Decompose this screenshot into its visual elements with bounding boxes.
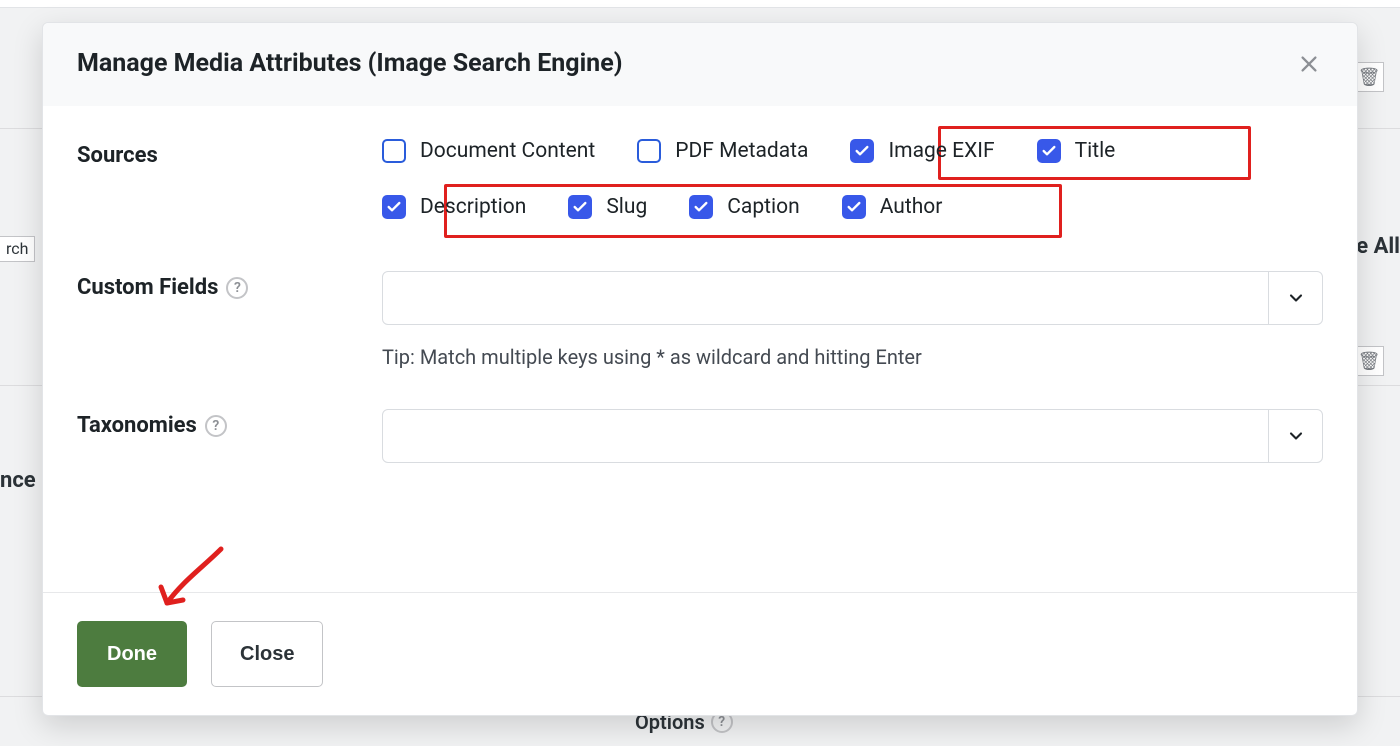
checkbox-document-content[interactable]: Document Content (382, 139, 595, 163)
checkbox-author[interactable]: Author (842, 195, 943, 219)
trash-icon: 🗑 (1354, 346, 1384, 376)
checkbox-icon (382, 139, 406, 163)
checkbox-label: PDF Metadata (675, 139, 808, 163)
close-icon[interactable] (1295, 50, 1323, 78)
modal-title: Manage Media Attributes (Image Search En… (77, 49, 622, 78)
bg-top-bar (0, 0, 1400, 8)
sources-label: Sources (77, 139, 382, 168)
checkbox-icon (842, 195, 866, 219)
trash-icon: 🗑 (1354, 62, 1384, 92)
checkbox-icon (382, 195, 406, 219)
checkbox-icon (1037, 139, 1061, 163)
bg-right-fragment: e All (1356, 234, 1400, 259)
checkbox-caption[interactable]: Caption (689, 195, 799, 219)
custom-fields-select[interactable] (382, 271, 1323, 325)
help-icon[interactable]: ? (226, 277, 248, 299)
manage-media-attributes-modal: Manage Media Attributes (Image Search En… (42, 22, 1358, 716)
modal-footer: Done Close (43, 592, 1357, 715)
bg-search-fragment: rch (0, 236, 35, 262)
modal-body: Sources Document Content PDF Metadata (43, 107, 1357, 592)
checkbox-icon (850, 139, 874, 163)
checkbox-label: Slug (606, 195, 647, 219)
custom-fields-tip: Tip: Match multiple keys using * as wild… (382, 345, 1323, 369)
done-button[interactable]: Done (77, 621, 187, 687)
checkbox-image-exif[interactable]: Image EXIF (850, 139, 994, 163)
checkbox-icon (568, 195, 592, 219)
checkbox-label: Author (880, 195, 943, 219)
checkbox-label: Caption (727, 195, 799, 219)
checkbox-label: Image EXIF (888, 139, 994, 163)
bg-left-fragment: nce (0, 468, 36, 493)
checkbox-icon (637, 139, 661, 163)
taxonomies-select[interactable] (382, 409, 1323, 463)
checkbox-icon (689, 195, 713, 219)
close-button[interactable]: Close (211, 621, 323, 687)
checkbox-label: Description (420, 195, 526, 219)
checkbox-description[interactable]: Description (382, 195, 526, 219)
taxonomies-label: Taxonomies ? (77, 409, 382, 438)
checkbox-title[interactable]: Title (1037, 139, 1116, 163)
custom-fields-label: Custom Fields ? (77, 271, 382, 300)
chevron-down-icon[interactable] (1268, 272, 1322, 324)
modal-header: Manage Media Attributes (Image Search En… (43, 23, 1357, 107)
checkbox-label: Document Content (420, 139, 595, 163)
chevron-down-icon[interactable] (1268, 410, 1322, 462)
checkbox-pdf-metadata[interactable]: PDF Metadata (637, 139, 808, 163)
help-icon[interactable]: ? (205, 415, 227, 437)
checkbox-label: Title (1075, 139, 1116, 163)
checkbox-slug[interactable]: Slug (568, 195, 647, 219)
